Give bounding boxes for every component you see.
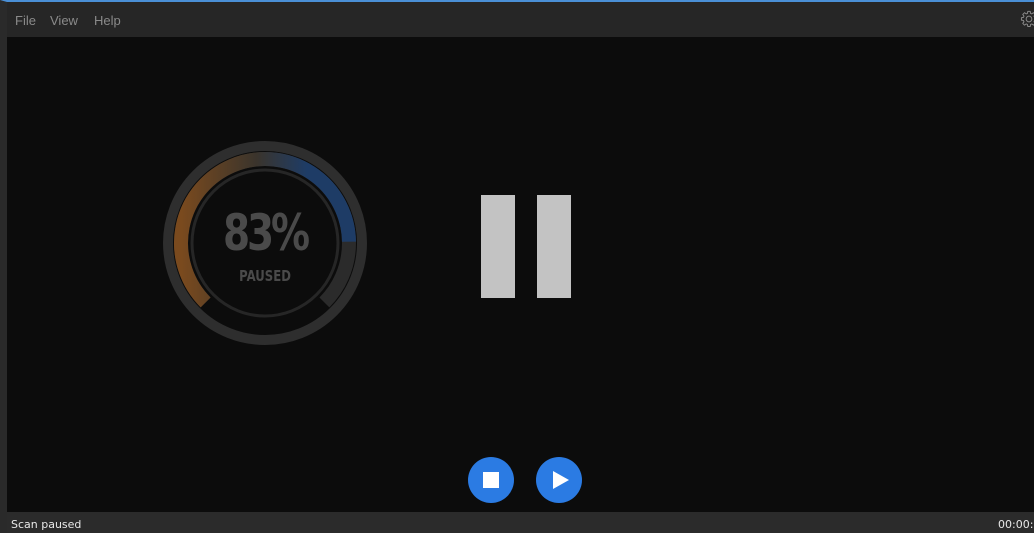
stop-icon — [483, 472, 499, 488]
play-icon — [553, 471, 569, 489]
status-text: Scan paused — [11, 518, 82, 531]
stop-button[interactable] — [468, 457, 514, 503]
menu-help[interactable]: Help — [94, 13, 121, 28]
settings-button[interactable] — [1020, 10, 1034, 28]
elapsed-time: 00:00:0 — [998, 518, 1034, 531]
status-bar: Scan paused 00:00:0 — [7, 512, 1034, 533]
pause-bar-right — [537, 195, 571, 298]
play-button[interactable] — [536, 457, 582, 503]
pause-bar-left — [481, 195, 515, 298]
menu-file[interactable]: File — [15, 13, 36, 28]
app-window: File View Help 83% PAUSED Scan paused 00… — [0, 0, 1034, 533]
progress-percent: 83% — [223, 204, 310, 262]
progress-status: PAUSED — [239, 267, 291, 285]
menu-view[interactable]: View — [50, 13, 78, 28]
gear-icon — [1020, 10, 1034, 27]
progress-gauge: 83% PAUSED — [160, 138, 370, 348]
menu-bar: File View Help — [7, 2, 1034, 37]
